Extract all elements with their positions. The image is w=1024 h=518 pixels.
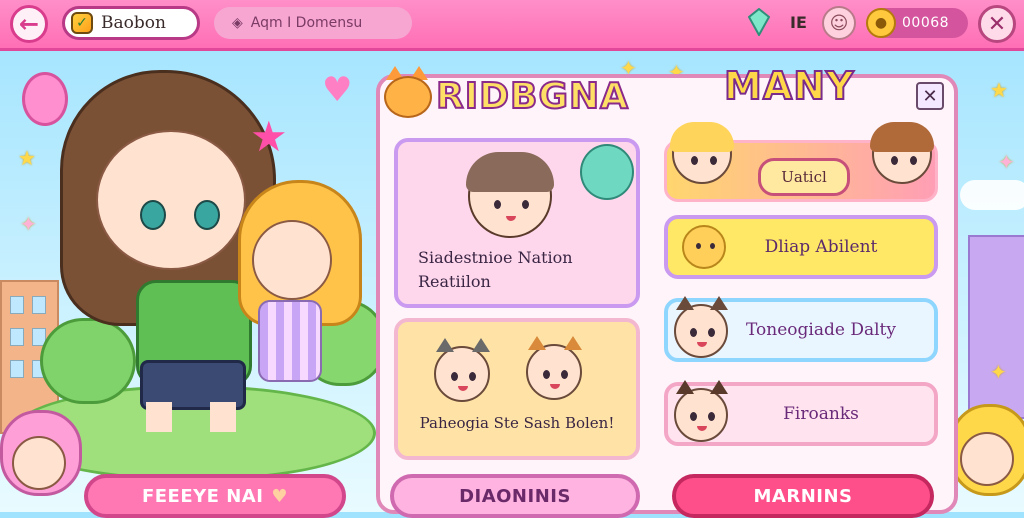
- heart-icon: ♥: [271, 485, 289, 507]
- button-label: MARNINS: [753, 485, 853, 507]
- star-icon: ★: [990, 78, 1008, 102]
- option-2[interactable]: Toneogiade Dalty: [664, 296, 938, 362]
- friend-character: [238, 180, 362, 390]
- coin-counter: ● 00068: [866, 8, 968, 38]
- search-bar[interactable]: ◈ Aqm I Domensu: [214, 7, 412, 39]
- coin-count: 00068: [902, 15, 950, 31]
- pets-card[interactable]: Paheogia Ste Sash Bolen!: [394, 318, 640, 460]
- button-label: DIAONINIS: [459, 485, 571, 507]
- game-title-pill[interactable]: ✓ Baobon: [62, 6, 200, 40]
- card-yellow-label: Paheogia Ste Sash Bolen!: [419, 414, 615, 432]
- feeeye-button[interactable]: FEEEYE NAI ♥: [84, 474, 346, 518]
- star-hairclip-icon: ★: [250, 112, 288, 161]
- cat-avatar-icon: [434, 338, 490, 402]
- cat-avatar-icon: [526, 336, 582, 400]
- star-icon: ✦: [20, 212, 37, 236]
- face-icon: ☺: [829, 12, 849, 34]
- button-label: FEEEYE NAI: [141, 485, 264, 507]
- star-icon: ★: [18, 146, 36, 170]
- bear-plush-icon: [580, 144, 634, 200]
- close-button[interactable]: ✕: [978, 5, 1016, 43]
- face-button[interactable]: ☺: [822, 6, 856, 40]
- gem-small-icon: ◈: [232, 15, 243, 31]
- coin-icon: ●: [866, 8, 896, 38]
- close-icon: ✕: [922, 85, 938, 107]
- back-button[interactable]: ←: [10, 5, 48, 43]
- star-icon: ✦: [998, 150, 1015, 174]
- search-text: Aqm I Domensu: [250, 15, 363, 31]
- shield-check-icon: ✓: [71, 12, 93, 34]
- resource-label: IE: [790, 13, 807, 32]
- banner-button[interactable]: Uaticl: [758, 158, 850, 196]
- blonde-cat-avatar: [670, 122, 734, 184]
- character-card[interactable]: Siadestnioe Nation Reatiilon: [394, 138, 640, 308]
- option-3[interactable]: Firoanks: [664, 380, 938, 446]
- panel-title-right: MANY: [723, 63, 855, 109]
- option-label: Firoanks: [783, 404, 859, 424]
- brown-cat-avatar: [870, 122, 934, 184]
- corner-character: [0, 410, 82, 512]
- close-icon: ✕: [987, 11, 1007, 37]
- panel-close-button[interactable]: ✕: [916, 82, 944, 110]
- game-title: Baobon: [101, 13, 166, 33]
- gem-icon[interactable]: [748, 8, 770, 36]
- panel-title-left: RIDBGNA: [435, 75, 629, 118]
- building: [968, 235, 1024, 419]
- option-1[interactable]: Dliap Abilent: [664, 215, 938, 279]
- character-avatar: [466, 152, 554, 238]
- option-label: Dliap Abilent: [764, 237, 878, 257]
- marnins-button[interactable]: MARNINS: [672, 474, 934, 518]
- cat-mascot: [384, 66, 432, 118]
- option-label: Toneogiade Dalty: [746, 320, 896, 340]
- star-icon: ✦: [990, 360, 1007, 384]
- arrow-left-icon: ←: [18, 10, 40, 38]
- heart-icon: ♥: [322, 70, 353, 110]
- card-pink-label: Siadestnioe Nation Reatiilon: [418, 248, 573, 291]
- diaoninis-button[interactable]: DIAONINIS: [390, 474, 640, 518]
- cloud: [960, 180, 1024, 210]
